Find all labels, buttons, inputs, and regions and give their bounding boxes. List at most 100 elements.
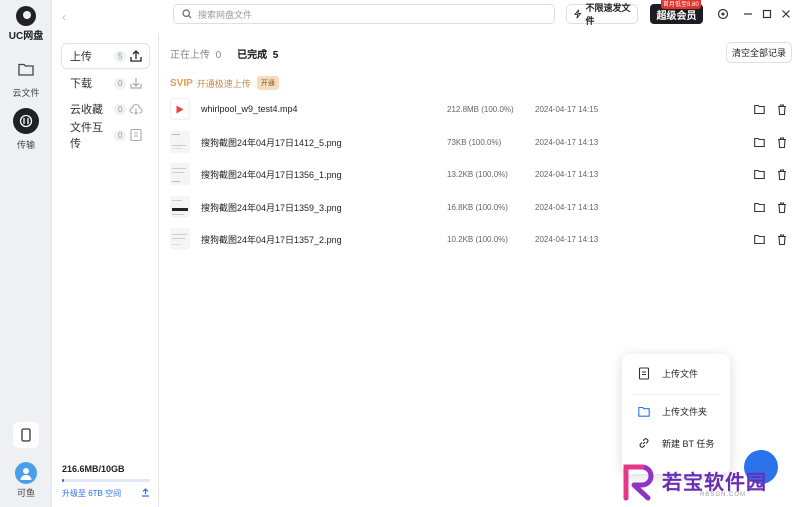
sidebar-item-label: 云收藏 [70, 104, 103, 116]
file-size: 13.2KB (100.0%) [447, 169, 508, 179]
file-name: 搜狗截图24年04月17日1359_3.png [201, 202, 342, 213]
clear-all-records-button[interactable]: 清空全部记录 [726, 42, 792, 63]
file-size: 73KB (100.0%) [447, 137, 502, 147]
logo-icon [16, 6, 36, 26]
file-size: 16.8KB (100.0%) [447, 202, 508, 212]
delete-icon[interactable] [776, 168, 788, 180]
open-folder-icon[interactable] [753, 168, 765, 180]
tab-uploading[interactable]: 正在上传 0 [170, 46, 221, 61]
image-thumbnail [170, 163, 190, 185]
svip-badge: SVIP [170, 77, 193, 89]
vip-promo-badge: 首月低至8.80 [661, 0, 701, 9]
folder-icon [638, 406, 650, 417]
file-size: 212.8MB (100.0%) [447, 104, 514, 114]
rail-item-cloud-files[interactable]: 云文件 [6, 56, 46, 99]
user-name: 可鱼 [16, 488, 35, 498]
file-share-icon [130, 128, 142, 142]
table-row[interactable]: 搜狗截图24年04月17日1356_1.png 13.2KB (100.0%) … [160, 158, 800, 190]
table-row[interactable]: 搜狗截图24年04月17日1359_3.png 16.8KB (100.0%) … [160, 191, 800, 223]
sidebar-item-download[interactable]: 下载 0 [62, 71, 149, 95]
file-name: whirlpool_w9_test4.mp4 [201, 104, 298, 114]
tab-label: 已完成 [237, 50, 268, 61]
settings-icon[interactable] [717, 8, 729, 20]
video-file-icon [170, 98, 190, 120]
left-rail: UC网盘 云文件 传输 可鱼 [0, 0, 52, 507]
sidebar-item-upload[interactable]: 上传 5 [62, 44, 149, 68]
upgrade-icon[interactable] [141, 488, 150, 497]
table-row[interactable]: 搜狗截图24年04月17日1412_5.png 73KB (100.0%) 20… [160, 126, 800, 158]
storage-usage-text: 216.6MB/10GB [62, 464, 125, 474]
menu-item-upload-folder[interactable]: 上传文件夹 [622, 397, 730, 425]
tab-completed[interactable]: 已完成 5 [237, 46, 278, 61]
tab-count: 5 [272, 50, 279, 61]
unlimited-speed-send-button[interactable]: 不限速发文件 [566, 3, 638, 26]
transfer-tabs: 正在上传 0 已完成 5 [170, 46, 278, 61]
open-folder-icon[interactable] [753, 233, 765, 245]
table-row[interactable]: whirlpool_w9_test4.mp4 212.8MB (100.0%) … [160, 93, 800, 125]
file-date: 2024-04-17 14:13 [535, 137, 599, 147]
file-name: 搜狗截图24年04月17日1357_2.png [201, 234, 342, 245]
open-folder-icon[interactable] [753, 136, 765, 148]
delete-icon[interactable] [776, 136, 788, 148]
watermark-subtext: RBSGN.COM [700, 492, 747, 498]
promo-open-button[interactable]: 开通 [256, 76, 279, 90]
sidebar-item-label: 上传 [70, 51, 92, 63]
maximize-icon[interactable] [761, 8, 773, 20]
close-icon[interactable] [780, 8, 792, 20]
top-bar: ‹ 搜索网盘文件 不限速发文件 超级会员 首月低至8.80 [52, 0, 800, 34]
file-size: 10.2KB (100.0%) [447, 234, 508, 244]
file-name: 搜狗截图24年04月17日1412_5.png [201, 137, 342, 148]
phone-button[interactable] [6, 422, 46, 448]
sidebar-item-cloud-save[interactable]: 云收藏 0 [62, 97, 149, 121]
menu-item-label: 上传文件夹 [662, 406, 708, 417]
sidebar-item-count: 0 [114, 77, 127, 89]
delete-icon[interactable] [776, 103, 788, 115]
sidebar-item-file-share[interactable]: 文件互传 0 [62, 122, 149, 150]
promo-text: 开通极速上传 [196, 78, 251, 89]
phone-icon [13, 422, 39, 448]
site-watermark: 若宝软件园 RBSGN.COM [616, 460, 800, 507]
open-folder-icon[interactable] [753, 103, 765, 115]
menu-item-label: 上传文件 [662, 368, 699, 379]
speed-label: 不限速发文件 [585, 3, 631, 26]
transfer-icon [13, 108, 39, 134]
cloud-save-icon [129, 103, 143, 115]
watermark-text: 若宝软件园 [662, 470, 767, 494]
delete-icon[interactable] [776, 233, 788, 245]
rail-label-cloud-files: 云文件 [12, 88, 40, 98]
menu-divider [632, 394, 720, 395]
sidebar-item-count: 0 [114, 103, 127, 115]
sidebar-item-count: 5 [114, 50, 127, 62]
upload-popup-menu: 上传文件 上传文件夹 新建 BT 任务 [622, 354, 730, 474]
app-logo: UC网盘 [6, 6, 46, 42]
lightning-icon [574, 9, 582, 19]
upload-icon [130, 50, 142, 62]
delete-icon[interactable] [776, 201, 788, 213]
logo-text: UC网盘 [8, 31, 44, 42]
file-name: 搜狗截图24年04月17日1356_1.png [201, 169, 342, 180]
open-folder-icon[interactable] [753, 201, 765, 213]
menu-item-label: 新建 BT 任务 [662, 438, 715, 449]
search-input[interactable]: 搜索网盘文件 [173, 4, 555, 24]
sidebar-item-count: 0 [114, 129, 127, 141]
folder-icon [13, 56, 39, 82]
storage-progress-fill [62, 479, 64, 482]
image-thumbnail [170, 228, 190, 250]
upgrade-row[interactable]: 升级至 6TB 空间 [62, 488, 150, 499]
table-row[interactable]: 搜狗截图24年04月17日1357_2.png 10.2KB (100.0%) … [160, 223, 800, 255]
image-thumbnail [170, 131, 190, 153]
minimize-icon[interactable] [742, 8, 754, 20]
storage-panel: 216.6MB/10GB 升级至 6TB 空间 [62, 464, 150, 499]
user-profile[interactable]: 可鱼 [6, 462, 46, 499]
upgrade-link[interactable]: 升级至 6TB 空间 [62, 488, 121, 499]
rail-item-transfer[interactable]: 传输 [6, 108, 46, 151]
file-icon [638, 366, 650, 380]
download-icon [130, 78, 142, 89]
menu-item-new-bt-task[interactable]: 新建 BT 任务 [622, 429, 730, 457]
back-arrow-icon[interactable]: ‹ [62, 10, 66, 24]
link-icon [639, 438, 649, 448]
search-placeholder: 搜索网盘文件 [198, 9, 253, 20]
menu-item-upload-file[interactable]: 上传文件 [622, 359, 730, 387]
svip-promo-bar: SVIP 开通极速上传 开通 [170, 76, 279, 90]
tab-count: 0 [215, 50, 222, 61]
